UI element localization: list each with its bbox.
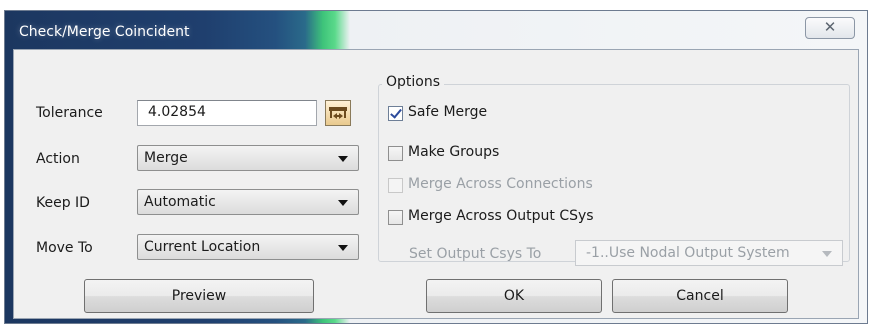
action-select-value: Merge: [144, 150, 188, 166]
title-bar[interactable]: Check/Merge Coincident ✕: [5, 11, 867, 49]
safe-merge-checkbox[interactable]: [388, 106, 403, 121]
keep-id-select-value: Automatic: [144, 194, 216, 210]
chevron-down-icon: [338, 156, 348, 162]
chevron-down-icon: [822, 251, 832, 257]
chevron-down-icon: [338, 245, 348, 251]
keep-id-select[interactable]: Automatic: [137, 189, 359, 215]
tolerance-pick-button[interactable]: [325, 100, 351, 126]
cancel-button[interactable]: Cancel: [612, 279, 788, 313]
keep-id-label: Keep ID: [36, 195, 90, 211]
action-label: Action: [36, 151, 80, 167]
safe-merge-label[interactable]: Safe Merge: [408, 104, 487, 120]
close-button[interactable]: ✕: [805, 17, 855, 39]
move-to-select-value: Current Location: [144, 239, 261, 255]
merge-across-output-csys-label[interactable]: Merge Across Output CSys: [408, 208, 594, 224]
ok-button[interactable]: OK: [426, 279, 602, 313]
merge-across-output-csys-checkbox[interactable]: [388, 210, 403, 225]
tolerance-label: Tolerance: [36, 105, 103, 121]
set-output-csys-label: Set Output Csys To: [409, 246, 542, 262]
make-groups-checkbox[interactable]: [388, 146, 403, 161]
move-to-label: Move To: [36, 240, 93, 256]
preview-button[interactable]: Preview: [84, 279, 314, 313]
merge-across-connections-label: Merge Across Connections: [408, 176, 593, 192]
dialog-title: Check/Merge Coincident: [19, 24, 190, 40]
measure-distance-icon: [329, 107, 347, 119]
check-merge-dialog: Check/Merge Coincident ✕ Tolerance 4.028…: [4, 10, 868, 324]
dialog-body: Tolerance 4.02854 Action Merge Keep ID A…: [13, 49, 859, 319]
close-icon: ✕: [823, 18, 837, 36]
make-groups-label[interactable]: Make Groups: [408, 144, 499, 160]
output-csys-select: -1..Use Nodal Output System: [575, 240, 843, 266]
merge-across-connections-checkbox: [388, 178, 403, 193]
chevron-down-icon: [338, 200, 348, 206]
move-to-select[interactable]: Current Location: [137, 234, 359, 260]
options-legend: Options: [382, 74, 445, 90]
action-select[interactable]: Merge: [137, 145, 359, 171]
output-csys-select-value: -1..Use Nodal Output System: [586, 245, 790, 261]
tolerance-input[interactable]: 4.02854: [137, 100, 317, 126]
